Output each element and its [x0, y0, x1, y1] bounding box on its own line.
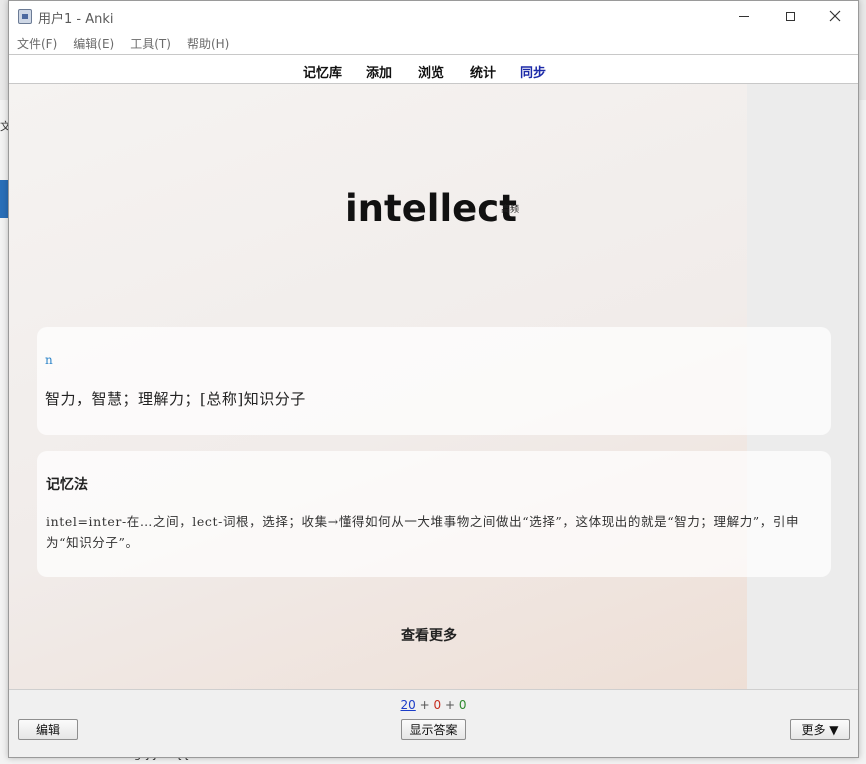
close-button[interactable] [820, 5, 850, 27]
frequency-tag: 高频 [501, 205, 520, 215]
minimize-icon [739, 15, 749, 17]
toolbar-browse-link[interactable]: 浏览 [418, 62, 444, 81]
card-review-area: intellect 高频 n 智力，智慧；理解力；[总称]知识分子 记忆法 in… [9, 84, 858, 689]
review-count: 0 [458, 698, 467, 712]
maximize-button[interactable] [775, 5, 805, 27]
close-icon [829, 10, 841, 22]
minimize-button[interactable] [729, 5, 759, 27]
definition-panel: n 智力，智慧；理解力；[总称]知识分子 [37, 327, 831, 435]
count-separator: + [444, 698, 456, 712]
menu-edit[interactable]: 编辑(E) [73, 35, 114, 52]
toolbar-decks-link[interactable]: 记忆库 [303, 62, 342, 81]
toolbar-stats-link[interactable]: 统计 [470, 62, 496, 81]
menu-file[interactable]: 文件(F) [17, 35, 57, 52]
anki-app-icon [18, 9, 32, 24]
review-bottom-bar: 20 + 0 + 0 编辑 显示答案 更多 ▼ [9, 689, 858, 757]
part-of-speech: n [45, 353, 53, 367]
word-meaning: 智力，智慧；理解力；[总称]知识分子 [45, 390, 306, 408]
anki-main-window: 用户1 - Anki 文件(F) 编辑(E) 工具(T) 帮助(H) 记忆库 添… [8, 0, 859, 758]
mnemonic-text: intel=inter-在…之间，lect-词根，选择；收集→懂得如何从一大堆事… [46, 514, 800, 550]
toolbar-sync-link[interactable]: 同步 [520, 62, 546, 81]
new-count[interactable]: 20 [401, 698, 416, 712]
due-counts: 20 + 0 + 0 [9, 698, 858, 712]
more-button[interactable]: 更多 ▼ [790, 719, 850, 740]
toolbar-add-link[interactable]: 添加 [366, 62, 392, 81]
background-selection [0, 180, 8, 218]
window-title: 用户1 - Anki [38, 12, 114, 27]
edit-button[interactable]: 编辑 [18, 719, 78, 740]
maximize-icon [785, 11, 795, 21]
show-answer-button[interactable]: 显示答案 [401, 719, 466, 740]
main-toolbar: 记忆库 添加 浏览 统计 同步 [9, 54, 858, 84]
menu-tools[interactable]: 工具(T) [130, 35, 171, 52]
menu-bar: 文件(F) 编辑(E) 工具(T) 帮助(H) [9, 32, 858, 54]
menu-help[interactable]: 帮助(H) [187, 35, 229, 52]
mnemonic-panel: 记忆法 intel=inter-在…之间，lect-词根，选择；收集→懂得如何从… [37, 451, 831, 577]
count-separator: + [419, 698, 430, 712]
show-more-link[interactable]: 查看更多 [401, 625, 457, 645]
card-word: intellect [345, 187, 517, 230]
title-bar[interactable]: 用户1 - Anki [9, 1, 858, 32]
mnemonic-title: 记忆法 [46, 477, 88, 493]
learning-count: 0 [433, 698, 442, 712]
